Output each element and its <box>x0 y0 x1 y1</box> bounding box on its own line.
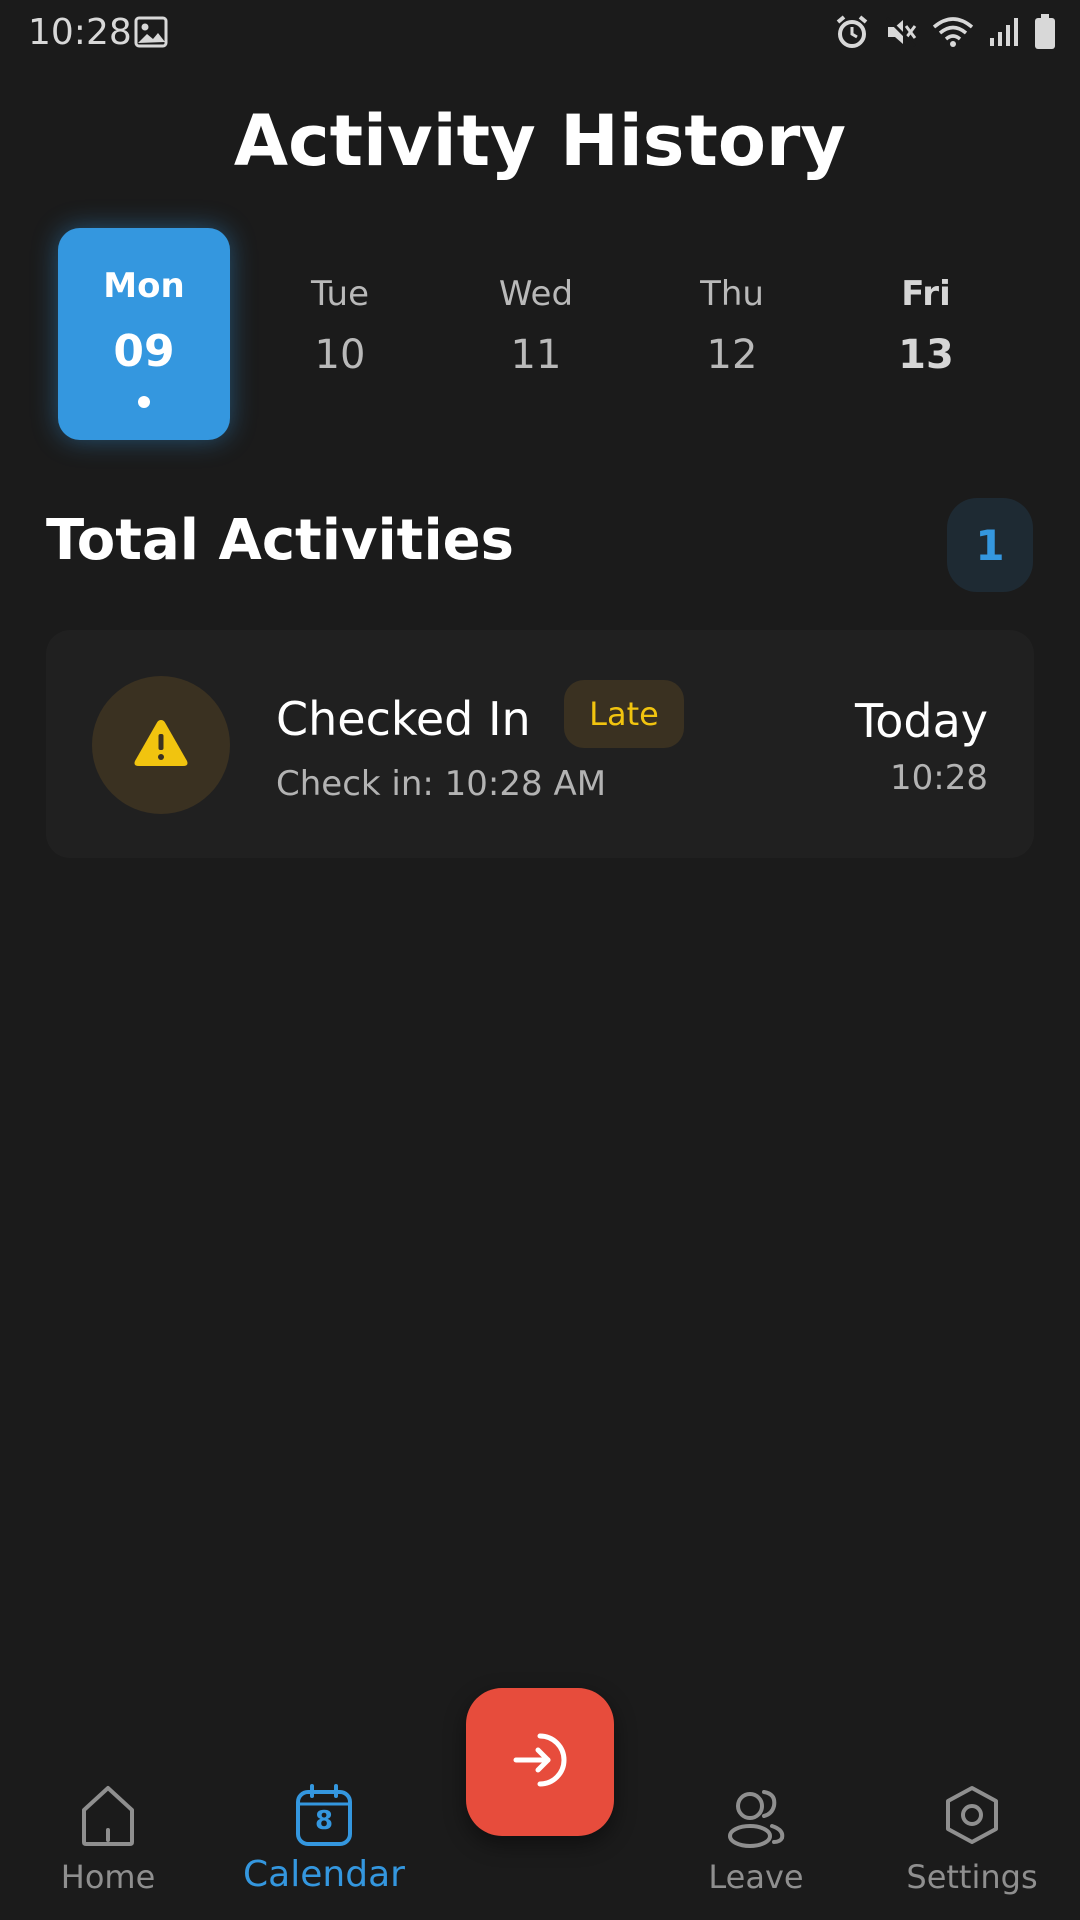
nav-label: Settings <box>906 1858 1038 1896</box>
settings-icon <box>940 1782 1004 1850</box>
status-icons <box>834 14 1056 54</box>
nav-item-settings[interactable]: Settings <box>872 1760 1072 1920</box>
alarm-icon <box>834 14 870 54</box>
check-in-fab-button[interactable] <box>466 1688 614 1836</box>
date-dow: Tue <box>310 274 370 314</box>
gallery-icon <box>134 16 168 52</box>
wifi-icon <box>932 15 974 53</box>
battery-icon <box>1034 14 1056 54</box>
activity-dot <box>138 396 150 408</box>
total-activities-count: 1 <box>947 498 1033 592</box>
nav-item-home[interactable]: Home <box>8 1760 208 1920</box>
activity-icon-container <box>92 676 230 814</box>
date-strip: Mon 09 Tue 10 Wed 11 Thu 12 Fri 13 <box>0 228 1080 442</box>
warning-icon <box>132 717 190 773</box>
people-icon <box>724 1782 788 1850</box>
calendar-icon-number: 8 <box>314 1806 334 1836</box>
date-item-mon[interactable]: Mon 09 <box>58 228 230 440</box>
date-day: 13 <box>898 332 954 378</box>
nav-label: Leave <box>708 1858 804 1896</box>
date-item-wed[interactable]: Wed 11 <box>450 228 622 440</box>
calendar-icon: 8 <box>292 1782 356 1850</box>
total-activities-heading: Total Activities <box>46 508 514 573</box>
activity-subtitle: Check in: 10:28 AM <box>276 764 607 804</box>
mute-icon <box>884 15 918 53</box>
activity-title: Checked In <box>276 692 531 746</box>
date-item-fri[interactable]: Fri 13 <box>840 228 1012 440</box>
activity-time: 10:28 <box>890 758 988 798</box>
late-badge: Late <box>564 680 684 748</box>
date-dow: Mon <box>103 266 185 306</box>
signal-icon <box>988 16 1020 52</box>
home-icon <box>76 1782 140 1850</box>
status-time: 10:28 <box>28 12 132 53</box>
date-day: 10 <box>314 332 366 378</box>
status-bar: 10:28 <box>0 0 1080 66</box>
date-item-thu[interactable]: Thu 12 <box>646 228 818 440</box>
nav-item-leave[interactable]: Leave <box>656 1760 856 1920</box>
date-day: 11 <box>510 332 562 378</box>
nav-label: Home <box>60 1858 156 1896</box>
activity-history-screen: 10:28 Activity History Mon 09 Tue 10 Wed… <box>0 0 1080 1920</box>
page-title: Activity History <box>233 100 847 182</box>
date-item-tue[interactable]: Tue 10 <box>254 228 426 440</box>
date-dow: Fri <box>901 274 951 314</box>
activity-day: Today <box>854 694 988 748</box>
date-day: 09 <box>113 326 175 377</box>
date-day: 12 <box>706 332 758 378</box>
date-dow: Thu <box>700 274 764 314</box>
nav-label: Calendar <box>243 1854 405 1895</box>
check-in-icon <box>510 1730 570 1794</box>
nav-item-calendar[interactable]: 8 Calendar <box>224 1760 424 1920</box>
activity-card[interactable]: Checked In Late Check in: 10:28 AM Today… <box>46 630 1034 858</box>
date-dow: Wed <box>498 274 574 314</box>
